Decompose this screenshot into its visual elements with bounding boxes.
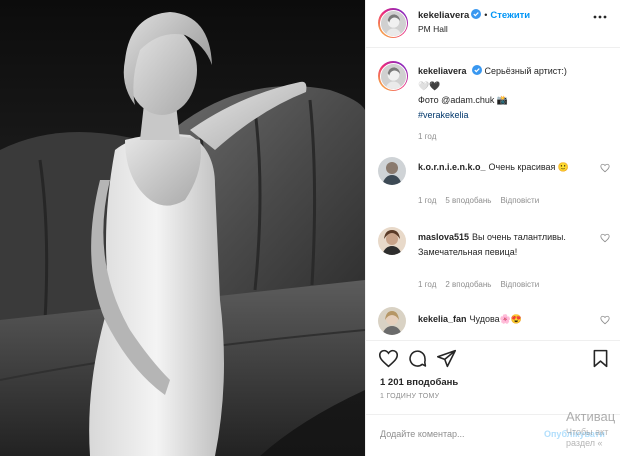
comment-meta: 1 год 2 вподобань Відповісти [418, 280, 548, 289]
comment-item: k.o.r.n.i.e.n.k.o_ Очень красивая 🙂 1 год… [378, 157, 610, 209]
comment-item: kekelia_fan Чудова🌸😍 [378, 307, 610, 339]
commenter-avatar[interactable] [378, 307, 406, 335]
follow-button[interactable]: Стежити [490, 10, 530, 21]
post-header: kekeliavera • Стежити PM Hall [366, 0, 620, 48]
author-avatar-image [380, 10, 406, 36]
comments-list[interactable]: kekeliavera Серьёзный артист:) 🤍🖤 Фото @a… [366, 49, 620, 339]
comment-text: k.o.r.n.i.e.n.k.o_ Очень красивая 🙂 [418, 160, 592, 175]
more-options-icon[interactable] [593, 10, 607, 24]
comment-username[interactable]: kekelia_fan [418, 314, 467, 324]
verified-badge-icon [471, 65, 482, 75]
reply-button[interactable]: Відповісти [500, 280, 539, 289]
caption-meta: 1 год [418, 132, 445, 141]
comment-age[interactable]: 1 год [418, 280, 436, 289]
comment-like-icon[interactable] [600, 315, 610, 325]
likes-count[interactable]: 1 201 вподобань [380, 377, 458, 388]
add-comment-input[interactable]: Додайте коментар... [380, 429, 465, 439]
post-sidebar: kekeliavera • Стежити PM Hall kekeliaver… [365, 0, 620, 456]
comment-username[interactable]: k.o.r.n.i.e.n.k.o_ [418, 162, 486, 172]
caption-line-2: 🤍🖤 [418, 80, 441, 91]
windows-activation-watermark: Активац [566, 409, 616, 424]
verified-badge-icon [471, 9, 482, 19]
caption-username[interactable]: kekeliavera [418, 66, 467, 76]
watermark-line-3: раздел « [566, 438, 603, 448]
comment-text: kekelia_fan Чудова🌸😍 [418, 312, 592, 327]
watermark-line-2: Чтобы акт [566, 427, 609, 437]
comment-age[interactable]: 1 год [418, 196, 436, 205]
commenter-avatar[interactable] [378, 157, 406, 185]
like-heart-icon[interactable] [378, 348, 399, 369]
caption-text: kekeliavera Серьёзный артист:) 🤍🖤 Фото @a… [418, 64, 592, 122]
caption-avatar[interactable] [378, 61, 408, 91]
caption-line-1: Серьёзный артист:) [484, 66, 567, 76]
commenter-avatar-image [378, 157, 406, 185]
action-bar [366, 340, 620, 376]
commenter-avatar-image [378, 227, 406, 255]
comment-username[interactable]: maslova515 [418, 232, 469, 242]
caption-age[interactable]: 1 год [418, 132, 436, 141]
reply-button[interactable]: Відповісти [500, 196, 539, 205]
comment-likes-count[interactable]: 2 вподобань [445, 280, 491, 289]
comment-item: maslova515 Вы очень талантливы. Замечател… [378, 227, 610, 297]
caption-hashtag[interactable]: #verakekelia [418, 110, 469, 120]
post-timestamp[interactable]: 1 ГОДИНУ ТОМУ [380, 393, 439, 400]
header-separator: • [484, 10, 488, 20]
caption-avatar-image [380, 63, 406, 89]
caption-block: kekeliavera Серьёзный артист:) 🤍🖤 Фото @a… [378, 61, 610, 151]
comment-like-icon[interactable] [600, 163, 610, 173]
photo-image [0, 0, 365, 456]
commenter-avatar[interactable] [378, 227, 406, 255]
comment-text: maslova515 Вы очень талантливы. Замечател… [418, 230, 592, 259]
comment-meta: 1 год 5 вподобань Відповісти [418, 196, 548, 205]
comment-like-icon[interactable] [600, 233, 610, 243]
windows-activation-watermark-subtext: Чтобы акт раздел « [566, 427, 608, 449]
share-paper-plane-icon[interactable] [436, 348, 457, 369]
post-location[interactable]: PM Hall [418, 24, 448, 34]
comment-body: Очень красивая 🙂 [488, 162, 570, 172]
comment-likes-count[interactable]: 5 вподобань [445, 196, 491, 205]
post-photo[interactable] [0, 0, 365, 456]
comment-body: Чудова🌸😍 [469, 314, 523, 324]
caption-line-3: Фото @adam.chuk 📸 [418, 95, 509, 105]
author-avatar[interactable] [378, 8, 408, 38]
commenter-avatar-image [378, 307, 406, 335]
author-username[interactable]: kekeliavera [418, 10, 469, 21]
instagram-post: kekeliavera • Стежити PM Hall kekeliaver… [0, 0, 620, 456]
save-bookmark-icon[interactable] [590, 348, 611, 369]
comment-bubble-icon[interactable] [407, 348, 428, 369]
